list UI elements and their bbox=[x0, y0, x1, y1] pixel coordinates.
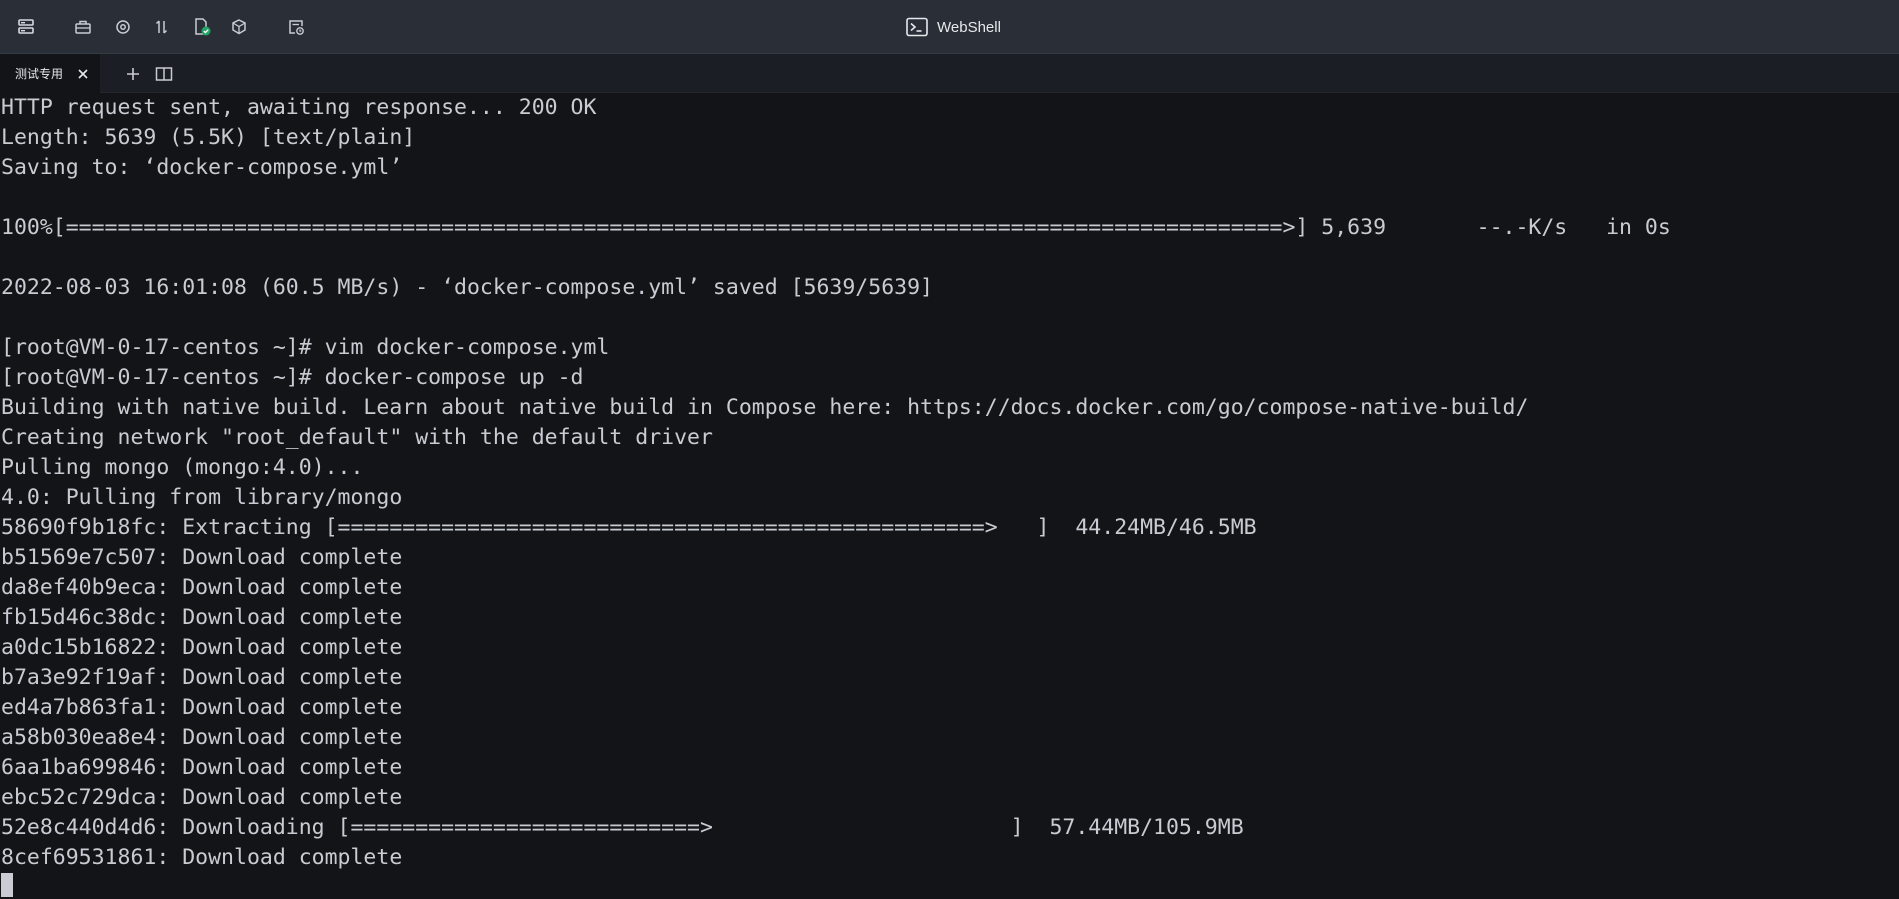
terminal-line: fb15d46c38dc: Download complete bbox=[1, 605, 403, 630]
close-icon[interactable] bbox=[76, 67, 90, 81]
package-icon[interactable] bbox=[225, 13, 253, 41]
terminal-line: [root@VM-0-17-centos ~]# docker-compose … bbox=[1, 365, 584, 390]
history-icon[interactable] bbox=[282, 13, 310, 41]
terminal-line: 58690f9b18fc: Extracting [==============… bbox=[1, 515, 1257, 540]
terminal-cursor bbox=[1, 873, 13, 897]
tab-label: 测试专用 bbox=[15, 67, 64, 81]
terminal-line: 6aa1ba699846: Download complete bbox=[1, 755, 403, 780]
terminal-line: HTTP request sent, awaiting response... … bbox=[1, 95, 597, 120]
toolbox-icon[interactable] bbox=[69, 13, 97, 41]
terminal-line: ed4a7b863fa1: Download complete bbox=[1, 695, 403, 720]
terminal-line: Building with native build. Learn about … bbox=[1, 395, 1529, 420]
terminal-line: 8cef69531861: Download complete bbox=[1, 845, 403, 870]
terminal-line: 52e8c440d4d6: Downloading [=============… bbox=[1, 815, 1244, 840]
terminal-line: Pulling mongo (mongo:4.0)... bbox=[1, 455, 364, 480]
title-bar: WebShell bbox=[0, 0, 1899, 54]
terminal-line: 100%[===================================… bbox=[1, 215, 1671, 240]
window-title: WebShell bbox=[906, 0, 1001, 54]
terminal-line: 4.0: Pulling from library/mongo bbox=[1, 485, 403, 510]
terminal-line: Creating network "root_default" with the… bbox=[1, 425, 713, 450]
terminal-line: a0dc15b16822: Download complete bbox=[1, 635, 403, 660]
tab-session[interactable]: 测试专用 bbox=[0, 54, 100, 93]
terminal-line: ebc52c729dca: Download complete bbox=[1, 785, 403, 810]
terminal-line: Length: 5639 (5.5K) [text/plain] bbox=[1, 125, 416, 150]
server-list-icon[interactable] bbox=[12, 13, 40, 41]
file-check-icon[interactable] bbox=[188, 13, 216, 41]
terminal-line: a58b030ea8e4: Download complete bbox=[1, 725, 403, 750]
split-view-icon[interactable] bbox=[154, 64, 174, 84]
terminal-line: Saving to: ‘docker-compose.yml’ bbox=[1, 155, 403, 180]
terminal-line: [root@VM-0-17-centos ~]# vim docker-comp… bbox=[1, 335, 610, 360]
window-title-text: WebShell bbox=[937, 18, 1001, 36]
terminal-line: b51569e7c507: Download complete bbox=[1, 545, 403, 570]
monitor-icon[interactable] bbox=[109, 13, 137, 41]
transfer-icon[interactable] bbox=[148, 13, 176, 41]
terminal-line: da8ef40b9eca: Download complete bbox=[1, 575, 403, 600]
add-tab-icon[interactable] bbox=[123, 64, 143, 84]
terminal-line: 2022-08-03 16:01:08 (60.5 MB/s) - ‘docke… bbox=[1, 275, 933, 300]
tab-bar: 测试专用 bbox=[0, 54, 1899, 93]
terminal-output[interactable]: HTTP request sent, awaiting response... … bbox=[0, 93, 1899, 899]
terminal-line: b7a3e92f19af: Download complete bbox=[1, 665, 403, 690]
terminal-icon bbox=[906, 17, 928, 37]
